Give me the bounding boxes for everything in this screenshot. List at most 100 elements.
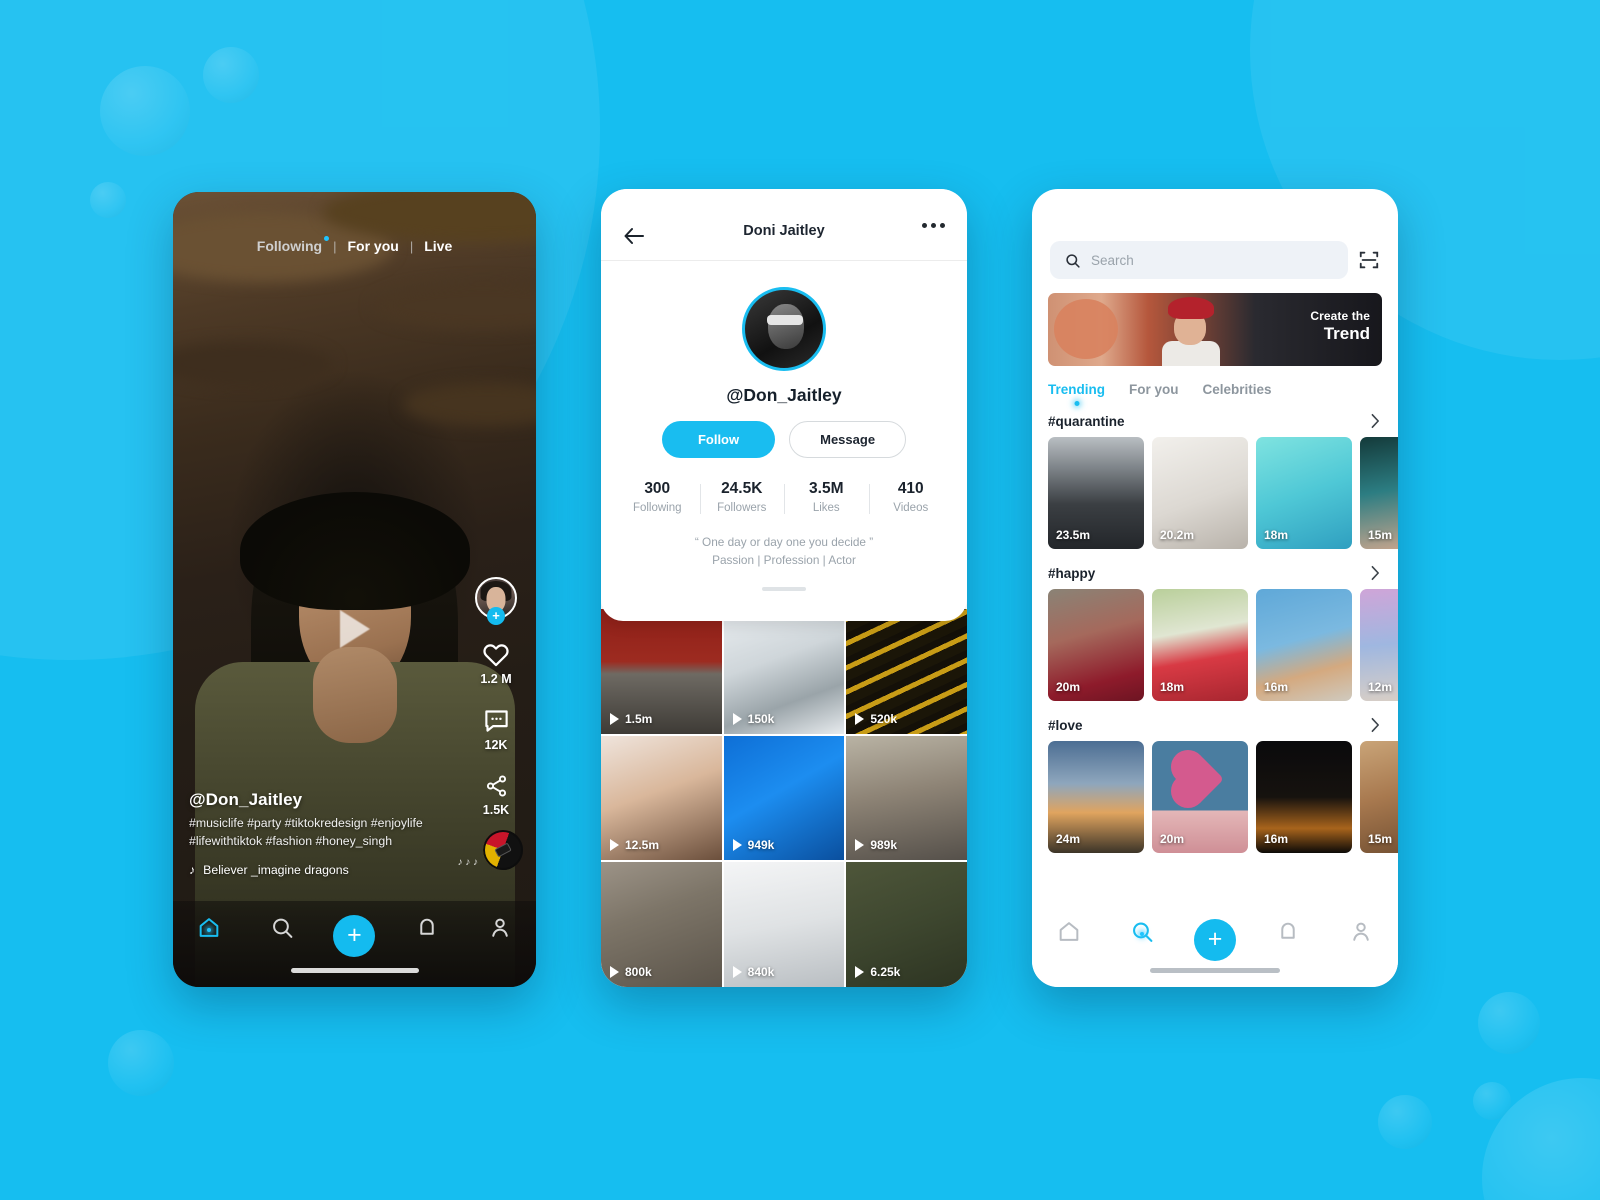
message-button[interactable]: Message bbox=[789, 421, 907, 458]
play-count-value: 840k bbox=[747, 965, 775, 979]
tab-following[interactable]: Following bbox=[257, 236, 330, 254]
video-thumbnail[interactable]: 150k bbox=[723, 609, 845, 734]
nav-search[interactable] bbox=[246, 915, 319, 940]
nav-home[interactable] bbox=[1032, 919, 1105, 944]
tab-for-you[interactable]: For you bbox=[347, 238, 398, 254]
tile-view-count: 24m bbox=[1056, 832, 1081, 846]
play-icon bbox=[732, 839, 742, 852]
hashtag-tile[interactable]: 16m bbox=[1256, 741, 1352, 853]
bell-icon bbox=[420, 918, 434, 935]
play-icon bbox=[732, 966, 742, 978]
profile-avatar[interactable] bbox=[742, 287, 826, 371]
tab-celebrities[interactable]: Celebrities bbox=[1203, 382, 1272, 397]
video-thumbnail[interactable]: 989k bbox=[846, 735, 967, 861]
feed-top-tabs[interactable]: Following | For you | Live bbox=[173, 236, 536, 254]
stat-following[interactable]: 300 Following bbox=[615, 480, 700, 514]
hashtag-tile[interactable]: 18m bbox=[1256, 437, 1352, 549]
stat-followers[interactable]: 24.5K Followers bbox=[699, 480, 785, 514]
hashtag-section: #happy 20m 18m 16m 12m bbox=[1032, 565, 1398, 701]
nav-search[interactable] bbox=[1105, 919, 1178, 944]
nav-notifications[interactable] bbox=[391, 915, 464, 940]
play-count-value: 6.25k bbox=[870, 965, 901, 979]
hashtag-tile[interactable]: 20m bbox=[1152, 741, 1248, 853]
floating-music-notes: ♪ ♪ ♪ bbox=[457, 856, 478, 868]
video-play-count: 1.5m bbox=[610, 712, 652, 726]
hashtag-tile[interactable]: 15m bbox=[1360, 437, 1398, 549]
follow-plus-button[interactable]: + bbox=[487, 607, 505, 625]
plus-icon[interactable]: + bbox=[1194, 919, 1236, 961]
chevron-right-icon[interactable] bbox=[1369, 565, 1382, 581]
song-row[interactable]: ♪ Believer _imagine dragons bbox=[189, 863, 459, 877]
video-thumbnail[interactable]: 12.5m bbox=[601, 735, 722, 861]
banner-line-2: Trend bbox=[1323, 324, 1370, 343]
nav-create[interactable]: + bbox=[318, 915, 391, 957]
tile-view-count: 23.5m bbox=[1056, 528, 1091, 542]
hashtag-header[interactable]: #happy bbox=[1032, 565, 1398, 589]
tab-live[interactable]: Live bbox=[424, 238, 452, 254]
stat-value: 3.5M bbox=[809, 480, 844, 497]
like-action[interactable]: 1.2 M bbox=[480, 641, 512, 686]
stat-videos[interactable]: 410 Videos bbox=[868, 480, 954, 514]
bell-icon bbox=[1281, 922, 1295, 939]
phone-video-feed: Following | For you | Live + 1.2 M 12K 1… bbox=[173, 192, 536, 987]
play-count-value: 12.5m bbox=[625, 838, 660, 853]
video-thumbnail[interactable]: 1.5m bbox=[601, 609, 722, 734]
avatar[interactable]: + bbox=[475, 577, 517, 625]
hashtag-tile-row[interactable]: 20m 18m 16m 12m bbox=[1032, 589, 1398, 701]
hashtag-tile[interactable]: 15m bbox=[1360, 741, 1398, 853]
promo-banner[interactable]: Create the Trend bbox=[1048, 293, 1382, 366]
hashtag-tile[interactable]: 20.2m bbox=[1152, 437, 1248, 549]
share-action[interactable]: 1.5K bbox=[483, 774, 509, 817]
video-thumbnail[interactable]: 800k bbox=[601, 862, 722, 987]
scan-code-icon[interactable] bbox=[1358, 249, 1380, 271]
hashtag-tile[interactable]: 18m bbox=[1152, 589, 1248, 701]
video-thumbnail[interactable]: 520k bbox=[846, 609, 967, 734]
plus-icon[interactable]: + bbox=[333, 915, 376, 957]
search-row: Search bbox=[1032, 189, 1398, 279]
tab-trending[interactable]: Trending bbox=[1048, 382, 1105, 406]
comment-action[interactable]: 12K bbox=[483, 708, 510, 752]
hashtag-tile-row[interactable]: 24m 20m 16m 15m bbox=[1032, 741, 1398, 853]
nav-profile[interactable] bbox=[463, 915, 536, 940]
banner-model bbox=[1160, 297, 1222, 366]
more-dots-icon[interactable] bbox=[922, 223, 945, 228]
hashtag-tile[interactable]: 24m bbox=[1048, 741, 1144, 853]
video-play-count: 6.25k bbox=[855, 965, 900, 979]
hashtag-header[interactable]: #quarantine bbox=[1032, 413, 1398, 437]
video-thumbnail[interactable]: 6.25k bbox=[846, 862, 967, 987]
follow-button[interactable]: Follow bbox=[661, 421, 776, 458]
video-hashtags[interactable]: #musiclife #party #tiktokredesign #enjoy… bbox=[189, 815, 459, 850]
hashtag-tile[interactable]: 16m bbox=[1256, 589, 1352, 701]
chevron-right-icon[interactable] bbox=[1369, 413, 1382, 429]
video-author-handle[interactable]: @Don_Jaitley bbox=[189, 790, 459, 810]
hashtag-sections: #quarantine 23.5m 20.2m 18m 15m #happy 20m 18m 1… bbox=[1032, 413, 1398, 853]
video-play-count: 12.5m bbox=[610, 838, 659, 852]
nav-notifications[interactable] bbox=[1252, 919, 1325, 944]
sheet-grabber[interactable] bbox=[762, 587, 806, 592]
search-input[interactable]: Search bbox=[1050, 241, 1348, 279]
hashtag-label: #quarantine bbox=[1048, 413, 1125, 429]
profile-actions: Follow Message bbox=[601, 421, 967, 458]
play-count-value: 520k bbox=[870, 711, 898, 726]
nav-profile[interactable] bbox=[1325, 919, 1398, 944]
tab-for-you[interactable]: For you bbox=[1129, 382, 1179, 397]
hashtag-tile[interactable]: 12m bbox=[1360, 589, 1398, 701]
video-thumbnail[interactable]: 949k bbox=[723, 735, 845, 861]
following-dot-icon bbox=[324, 236, 330, 241]
hashtag-tile[interactable]: 23.5m bbox=[1048, 437, 1144, 549]
hashtag-tile-row[interactable]: 23.5m 20.2m 18m 15m bbox=[1032, 437, 1398, 549]
discover-bottom-nav: + bbox=[1032, 905, 1398, 987]
nav-home[interactable] bbox=[173, 915, 246, 940]
banner-graffiti bbox=[1054, 299, 1118, 359]
tile-view-count: 20m bbox=[1160, 832, 1185, 846]
hashtag-header[interactable]: #love bbox=[1032, 717, 1398, 741]
video-thumbnail[interactable]: 840k bbox=[723, 862, 845, 987]
play-icon[interactable] bbox=[339, 610, 370, 648]
chevron-right-icon[interactable] bbox=[1369, 717, 1382, 733]
stat-likes[interactable]: 3.5M Likes bbox=[784, 480, 869, 514]
music-disc-icon[interactable] bbox=[483, 830, 523, 870]
nav-create[interactable]: + bbox=[1178, 919, 1251, 961]
hashtag-tile[interactable]: 20m bbox=[1048, 589, 1144, 701]
play-icon bbox=[855, 839, 865, 852]
page-title: Doni Jaitley bbox=[743, 223, 825, 239]
